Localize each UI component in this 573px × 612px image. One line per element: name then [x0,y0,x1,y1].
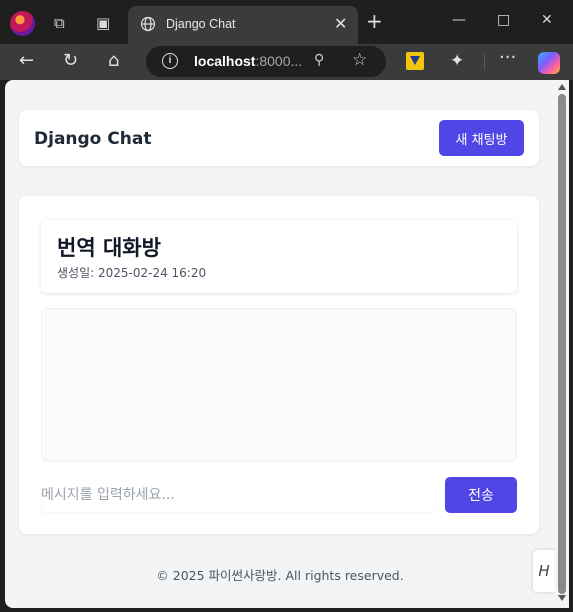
new-chat-room-button[interactable]: 새 채팅방 [439,120,524,156]
info-icon[interactable]: i [162,53,178,69]
side-panel-toggle-icon[interactable]: H [533,550,555,592]
url-text: localhost:8000... [194,53,303,69]
message-list[interactable] [41,308,517,462]
browser-tab[interactable]: Django Chat ✕ [128,6,358,44]
download-extension-icon[interactable] [406,52,424,70]
address-bar[interactable]: i localhost:8000... ⚲ ☆ [146,46,386,77]
workspaces-icon[interactable]: ⧉ [54,15,65,31]
plus-icon[interactable]: + [366,11,383,31]
chat-room-card: 번역 대화방 생성일: 2025-02-24 16:20 전송 [19,196,539,534]
scroll-up-arrow[interactable] [558,84,566,90]
tab-actions-icon[interactable]: ▣ [96,15,110,31]
puzzle-icon[interactable]: ✦ [450,51,464,71]
copilot-icon[interactable] [538,52,560,74]
message-input[interactable] [41,478,435,512]
scroll-down-arrow[interactable] [558,595,566,601]
profile-avatar[interactable] [10,11,35,36]
more-icon[interactable]: ··· [499,48,516,68]
page-viewport: Django Chat 새 채팅방 번역 대화방 생성일: 2025-02-24… [5,80,555,608]
close-icon[interactable]: ✕ [334,14,347,33]
room-title: 번역 대화방 [57,236,161,260]
site-header: Django Chat 새 채팅방 [19,110,539,166]
brand-title[interactable]: Django Chat [34,129,151,149]
minimize-icon[interactable]: — [452,12,466,28]
scrollbar-thumb[interactable] [558,94,566,594]
toolbar-divider [484,54,485,70]
browser-toolbar: ← ↻ ⌂ i localhost:8000... ⚲ ☆ ✦ ··· [0,44,573,80]
browser-tab-bar: ⧉ ▣ Django Chat ✕ + — □ ✕ [0,0,573,46]
globe-icon [140,16,156,32]
zoom-out-icon[interactable]: ⚲ [314,52,324,68]
refresh-icon[interactable]: ↻ [63,51,78,71]
room-created-date: 생성일: 2025-02-24 16:20 [57,266,207,280]
home-icon[interactable]: ⌂ [108,51,119,71]
maximize-icon[interactable]: □ [497,12,510,28]
footer-text: © 2025 파이썬사랑방. All rights reserved. [156,568,404,583]
star-icon[interactable]: ☆ [352,50,367,70]
back-arrow-icon[interactable]: ← [19,51,34,71]
tab-title: Django Chat [166,17,236,31]
send-button[interactable]: 전송 [445,477,517,513]
close-window-icon[interactable]: ✕ [541,12,553,28]
room-info: 번역 대화방 생성일: 2025-02-24 16:20 [41,220,517,293]
